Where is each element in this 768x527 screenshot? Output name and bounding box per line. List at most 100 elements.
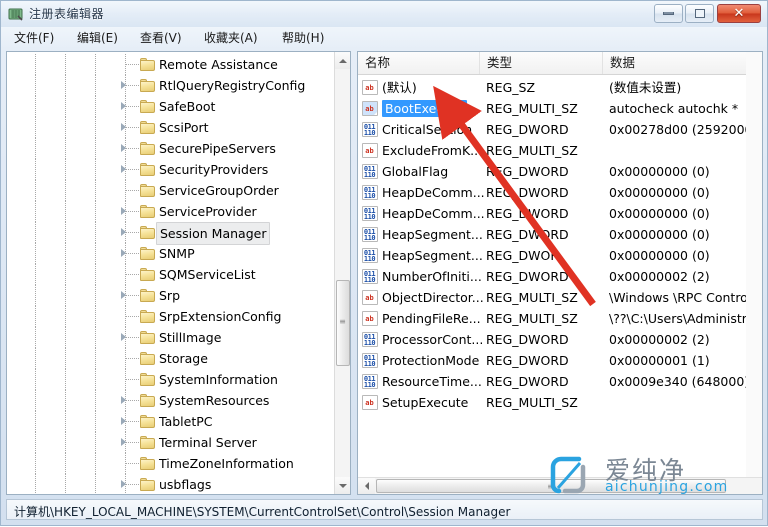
tree-item-stillimage[interactable]: StillImage <box>7 327 335 348</box>
tree-item-label: SrpExtensionConfig <box>159 309 282 324</box>
folder-icon <box>140 58 156 71</box>
registry-tree: Remote Assistance RtlQueryRegistryConfig S… <box>7 52 335 494</box>
tree-guide-line <box>65 96 66 117</box>
value-name-cell: HeapDeComm... <box>382 206 485 221</box>
folder-icon <box>140 205 156 218</box>
value-row[interactable]: 011 110 CriticalSection REG_DWORD 0x00278d00… <box>358 119 762 140</box>
value-row[interactable]: 011 110 GlobalFlag REG_DWORD 0x00000000 (0) <box>358 161 762 182</box>
scroll-up-arrow[interactable] <box>335 52 350 69</box>
value-row[interactable]: 011 110 HeapDeComm... REG_DWORD 0x00000000 (… <box>358 182 762 203</box>
value-row[interactable]: ab ObjectDirector... REG_MULTI_SZ \Windows … <box>358 287 762 308</box>
chevron-right-icon[interactable] <box>120 228 129 237</box>
chevron-right-icon[interactable] <box>120 144 129 153</box>
registry-values-pane[interactable]: 名称 类型 数据 ab (默认) REG_SZ (数值未设置) ab BootExecute R… <box>357 51 763 495</box>
tree-guide-line <box>95 243 96 264</box>
tree-item-timezoneinformation[interactable]: TimeZoneInformation <box>7 453 335 474</box>
tree-item-terminal-server[interactable]: Terminal Server <box>7 432 335 453</box>
menu-item-0[interactable]: 文件(F) <box>9 30 59 47</box>
tree-item-securityproviders[interactable]: SecurityProviders <box>7 159 335 180</box>
list-vertical-scrollbar[interactable] <box>746 52 762 494</box>
tree-item-servicegrouporder[interactable]: ServiceGroupOrder <box>7 180 335 201</box>
value-type-cell: REG_MULTI_SZ <box>486 143 578 158</box>
chevron-right-icon[interactable] <box>120 438 129 447</box>
menu-item-1[interactable]: 编辑(E) <box>72 30 123 47</box>
tree-guide-line <box>35 201 36 222</box>
tree-item-sqmservicelist[interactable]: SQMServiceList <box>7 264 335 285</box>
menu-item-4[interactable]: 帮助(H) <box>277 30 329 47</box>
tree-scroll-thumb[interactable]: ≡ <box>336 280 350 366</box>
value-row[interactable]: ab SetupExecute REG_MULTI_SZ <box>358 392 762 413</box>
maximize-button[interactable] <box>685 4 714 23</box>
chevron-right-icon[interactable] <box>120 480 129 489</box>
menu-item-3[interactable]: 收藏夹(A) <box>199 30 263 47</box>
value-row[interactable]: 011 110 ResourceTime... REG_DWORD 0x0009e340… <box>358 371 762 392</box>
tree-guide-line <box>65 264 66 285</box>
value-row[interactable]: 011 110 ProcessorCont... REG_DWORD 0x0000000… <box>358 329 762 350</box>
scroll-left-arrow[interactable] <box>358 478 375 494</box>
tree-guide-line <box>95 222 96 243</box>
menu-item-2[interactable]: 查看(V) <box>135 30 187 47</box>
tree-guide-line <box>125 190 139 191</box>
value-row[interactable]: 011 110 ProtectionMode REG_DWORD 0x00000001 … <box>358 350 762 371</box>
tree-item-storage[interactable]: Storage <box>7 348 335 369</box>
tree-item-remote-assistance[interactable]: Remote Assistance <box>7 54 335 75</box>
chevron-right-icon[interactable] <box>120 291 129 300</box>
tree-item-srp[interactable]: Srp <box>7 285 335 306</box>
tree-item-tabletpc[interactable]: TabletPC <box>7 411 335 432</box>
tree-guide-line <box>95 432 96 453</box>
tree-item-rtlqueryregistryconfig[interactable]: RtlQueryRegistryConfig <box>7 75 335 96</box>
chevron-right-icon[interactable] <box>120 333 129 342</box>
folder-icon <box>140 184 156 197</box>
tree-item-safeboot[interactable]: SafeBoot <box>7 96 335 117</box>
value-row[interactable]: ab (默认) REG_SZ (数值未设置) <box>358 77 762 98</box>
value-name-cell: BootExecute <box>382 98 467 119</box>
value-row[interactable]: ab ExcludeFromK... REG_MULTI_SZ <box>358 140 762 161</box>
tree-item-systemresources[interactable]: SystemResources <box>7 390 335 411</box>
chevron-right-icon[interactable] <box>120 249 129 258</box>
tree-guide-line <box>95 264 96 285</box>
chevron-right-icon[interactable] <box>120 396 129 405</box>
value-name-cell: PendingFileRe... <box>382 311 481 326</box>
column-header-2[interactable]: 数据 <box>603 52 762 74</box>
value-data-cell: (数值未设置) <box>609 80 682 95</box>
tree-item-usbflags[interactable]: usbflags <box>7 474 335 494</box>
tree-item-session-manager[interactable]: Session Manager <box>7 222 335 245</box>
value-row[interactable]: 011 110 HeapDeComm... REG_DWORD 0x00000000 (… <box>358 203 762 224</box>
tree-guide-line <box>35 369 36 390</box>
tree-scroll-grip: ≡ <box>339 317 347 326</box>
tree-item-snmp[interactable]: SNMP <box>7 243 335 264</box>
folder-icon <box>140 331 156 344</box>
tree-item-securepipeservers[interactable]: SecurePipeServers <box>7 138 335 159</box>
value-row[interactable]: 011 110 HeapSegment... REG_DWOR 0x00000000 (… <box>358 245 762 266</box>
chevron-right-icon[interactable] <box>120 165 129 174</box>
value-data-cell: 0x00000000 (0) <box>609 227 710 242</box>
value-row[interactable]: 011 110 NumberOfIniti... REG_DWORD 0x0000000… <box>358 266 762 287</box>
chevron-right-icon[interactable] <box>120 417 129 426</box>
tree-item-systeminformation[interactable]: SystemInformation <box>7 369 335 390</box>
tree-item-serviceprovider[interactable]: ServiceProvider <box>7 201 335 222</box>
value-row[interactable]: 011 110 HeapSegment... REG_DWORD 0x00000000 … <box>358 224 762 245</box>
tree-guide-line <box>35 348 36 369</box>
scroll-down-arrow[interactable] <box>335 477 350 494</box>
tree-guide-line <box>125 358 139 359</box>
tree-item-scsiport[interactable]: ScsiPort <box>7 117 335 138</box>
tree-vertical-scrollbar[interactable]: ≡ <box>334 52 350 494</box>
value-row[interactable]: ab BootExecute REG_MULTI_SZ autocheck autoc… <box>358 98 762 119</box>
tree-item-label: SafeBoot <box>159 99 216 114</box>
chevron-right-icon[interactable] <box>120 81 129 90</box>
registry-tree-pane[interactable]: Remote Assistance RtlQueryRegistryConfig S… <box>6 51 351 495</box>
chevron-right-icon[interactable] <box>120 207 129 216</box>
column-header-1[interactable]: 类型 <box>480 52 603 74</box>
minimize-button[interactable] <box>654 4 683 23</box>
tree-guide-line <box>95 117 96 138</box>
value-name-cell: ProcessorCont... <box>382 332 484 347</box>
column-header-0[interactable]: 名称 <box>358 52 480 74</box>
tree-item-srpextensionconfig[interactable]: SrpExtensionConfig <box>7 306 335 327</box>
value-type-cell: REG_DWORD <box>486 353 569 368</box>
close-button[interactable]: ✕ <box>717 4 761 23</box>
value-type-cell: REG_MULTI_SZ <box>486 101 578 116</box>
chevron-right-icon[interactable] <box>120 102 129 111</box>
tree-guide-line <box>65 285 66 306</box>
chevron-right-icon[interactable] <box>120 123 129 132</box>
value-row[interactable]: ab PendingFileRe... REG_MULTI_SZ \??\C:\Use… <box>358 308 762 329</box>
